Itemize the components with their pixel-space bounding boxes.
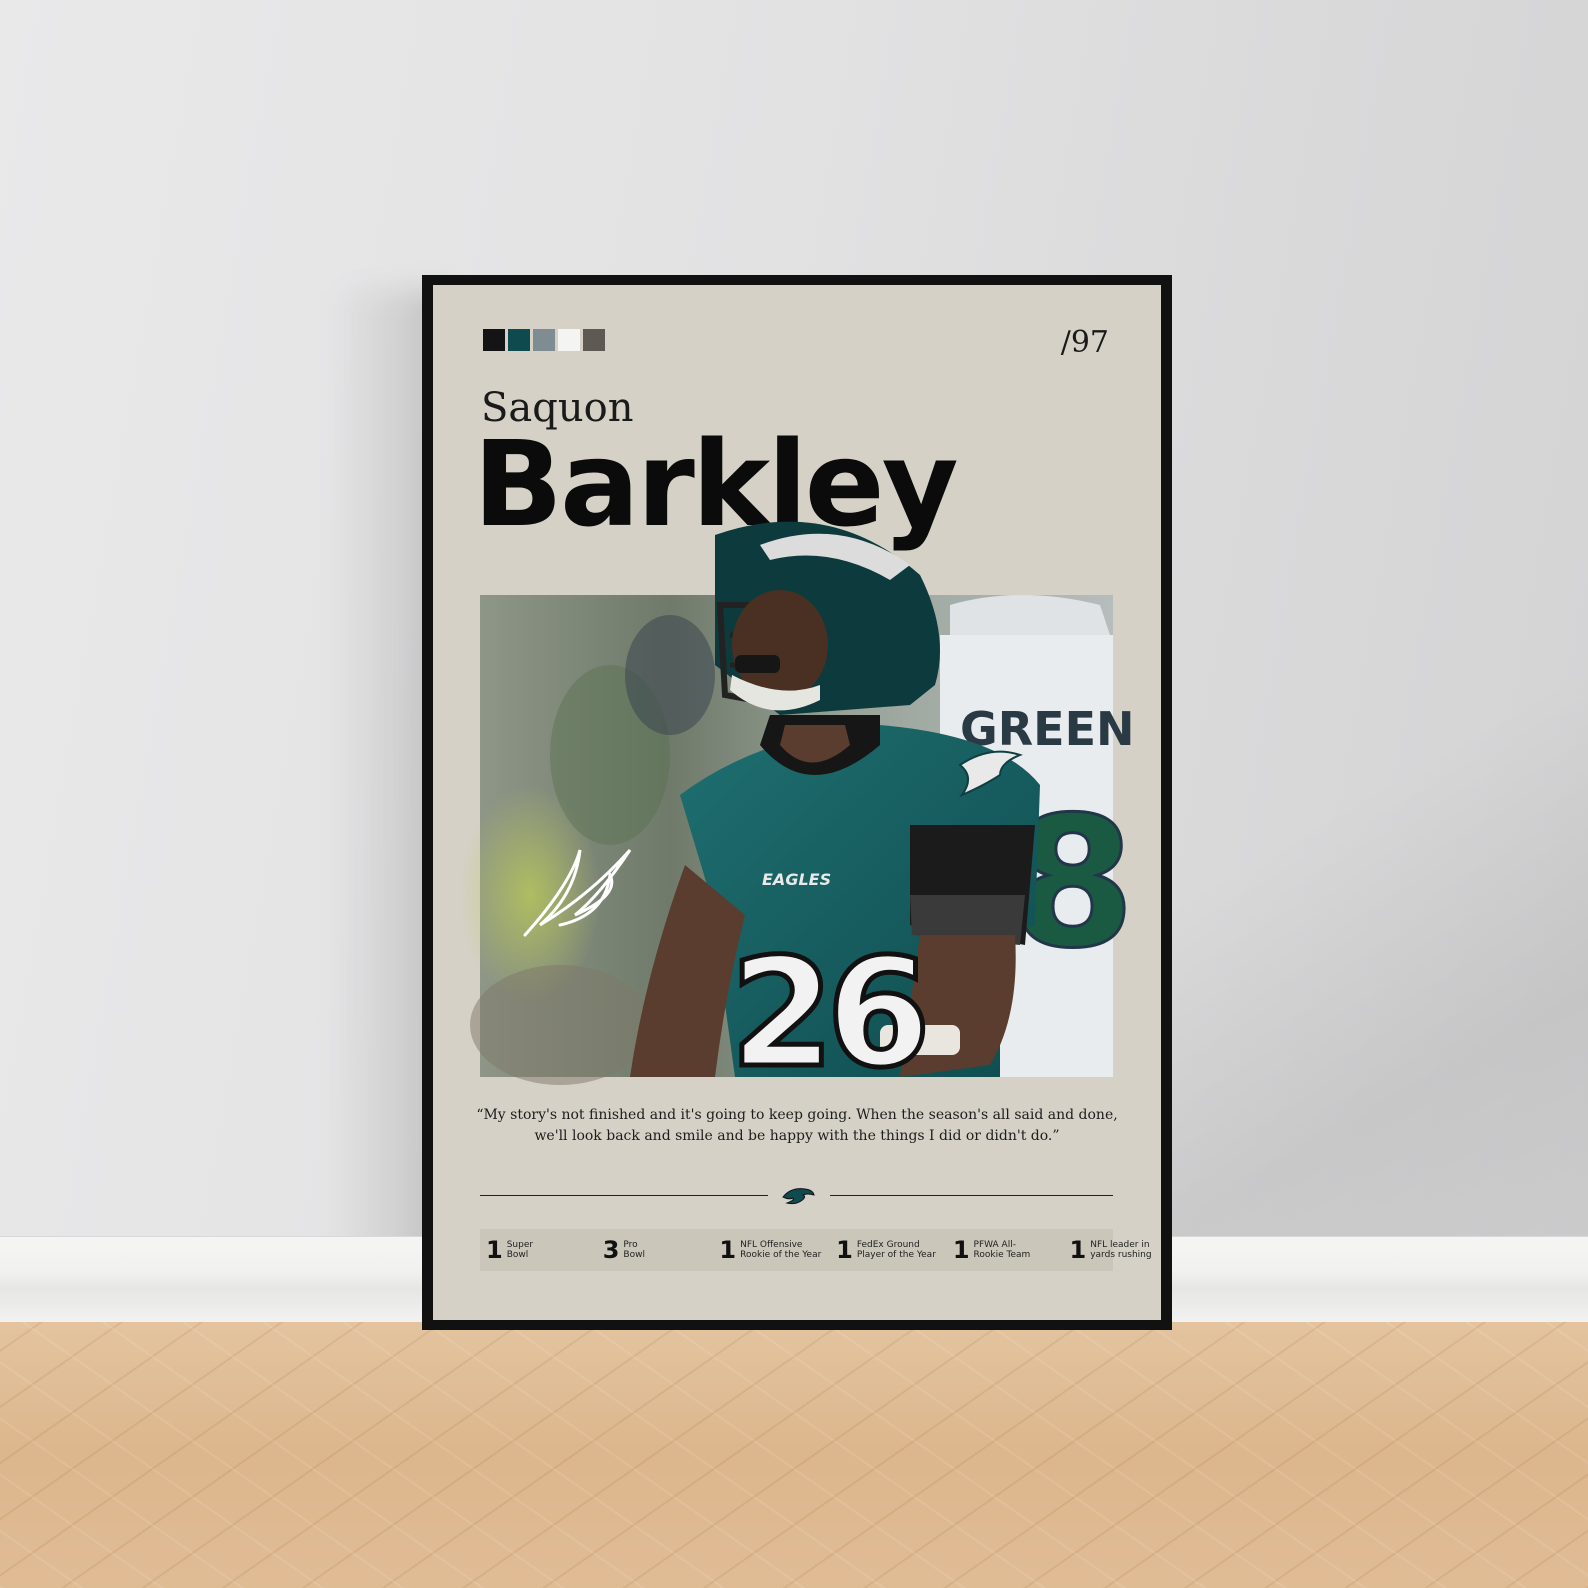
stats-bar: 1 Super Bowl 3 Pro Bowl 1 NFL Offensive … <box>480 1229 1152 1271</box>
poster-number: /97 <box>1060 325 1109 360</box>
stat-item: 1 Super Bowl <box>480 1238 597 1262</box>
stat-label: NFL leader in yards rushing <box>1090 1240 1152 1260</box>
divider-left <box>480 1195 768 1196</box>
last-name: Barkley <box>473 415 959 553</box>
swatch <box>483 329 505 351</box>
player-photo: GREEN 8 26 EAGLES <box>460 521 1137 1104</box>
stat-number: 1 <box>952 1236 970 1264</box>
eagle-logo-icon <box>782 1188 815 1205</box>
swatch <box>583 329 605 351</box>
stat-number: 1 <box>1069 1236 1087 1264</box>
quote-line-1: “My story's not finished and it's going … <box>476 1107 1118 1123</box>
swatch <box>558 329 580 351</box>
poster: /97 Saquon Barkley GREEN 8 26 EAGLES “My… <box>433 285 1161 1320</box>
stat-item: 1 NFL Offensive Rookie of the Year <box>713 1238 830 1262</box>
quote-line-2: we'll look back and smile and be happy w… <box>534 1128 1060 1144</box>
stat-number: 1 <box>836 1236 853 1264</box>
stat-label: PFWA All- Rookie Team <box>973 1240 1031 1260</box>
wall-shadow <box>1160 660 1588 1240</box>
divider-right <box>830 1195 1113 1196</box>
stat-item: 1 PFWA All- Rookie Team <box>947 1238 1064 1262</box>
quote: “My story's not finished and it's going … <box>463 1105 1131 1147</box>
stat-label: Super Bowl <box>506 1240 534 1260</box>
stat-item: 3 Pro Bowl <box>597 1238 714 1262</box>
stat-item: 1 FedEx Ground Player of the Year <box>830 1238 947 1262</box>
stat-number: 1 <box>719 1236 737 1264</box>
stat-label: Pro Bowl <box>623 1240 645 1260</box>
jersey-team-text: EAGLES <box>762 870 831 889</box>
stat-label: FedEx Ground Player of the Year <box>856 1240 936 1260</box>
stat-number: 3 <box>602 1236 620 1264</box>
swatch <box>533 329 555 351</box>
herringbone-floor <box>0 1322 1588 1588</box>
stat-label: NFL Offensive Rookie of the Year <box>740 1240 822 1260</box>
jersey-number: 26 <box>730 927 923 1101</box>
stat-number: 1 <box>486 1236 503 1264</box>
color-palette <box>483 329 608 351</box>
swatch <box>508 329 530 351</box>
stat-item: 1 NFL leader in yards rushing <box>1064 1238 1181 1262</box>
